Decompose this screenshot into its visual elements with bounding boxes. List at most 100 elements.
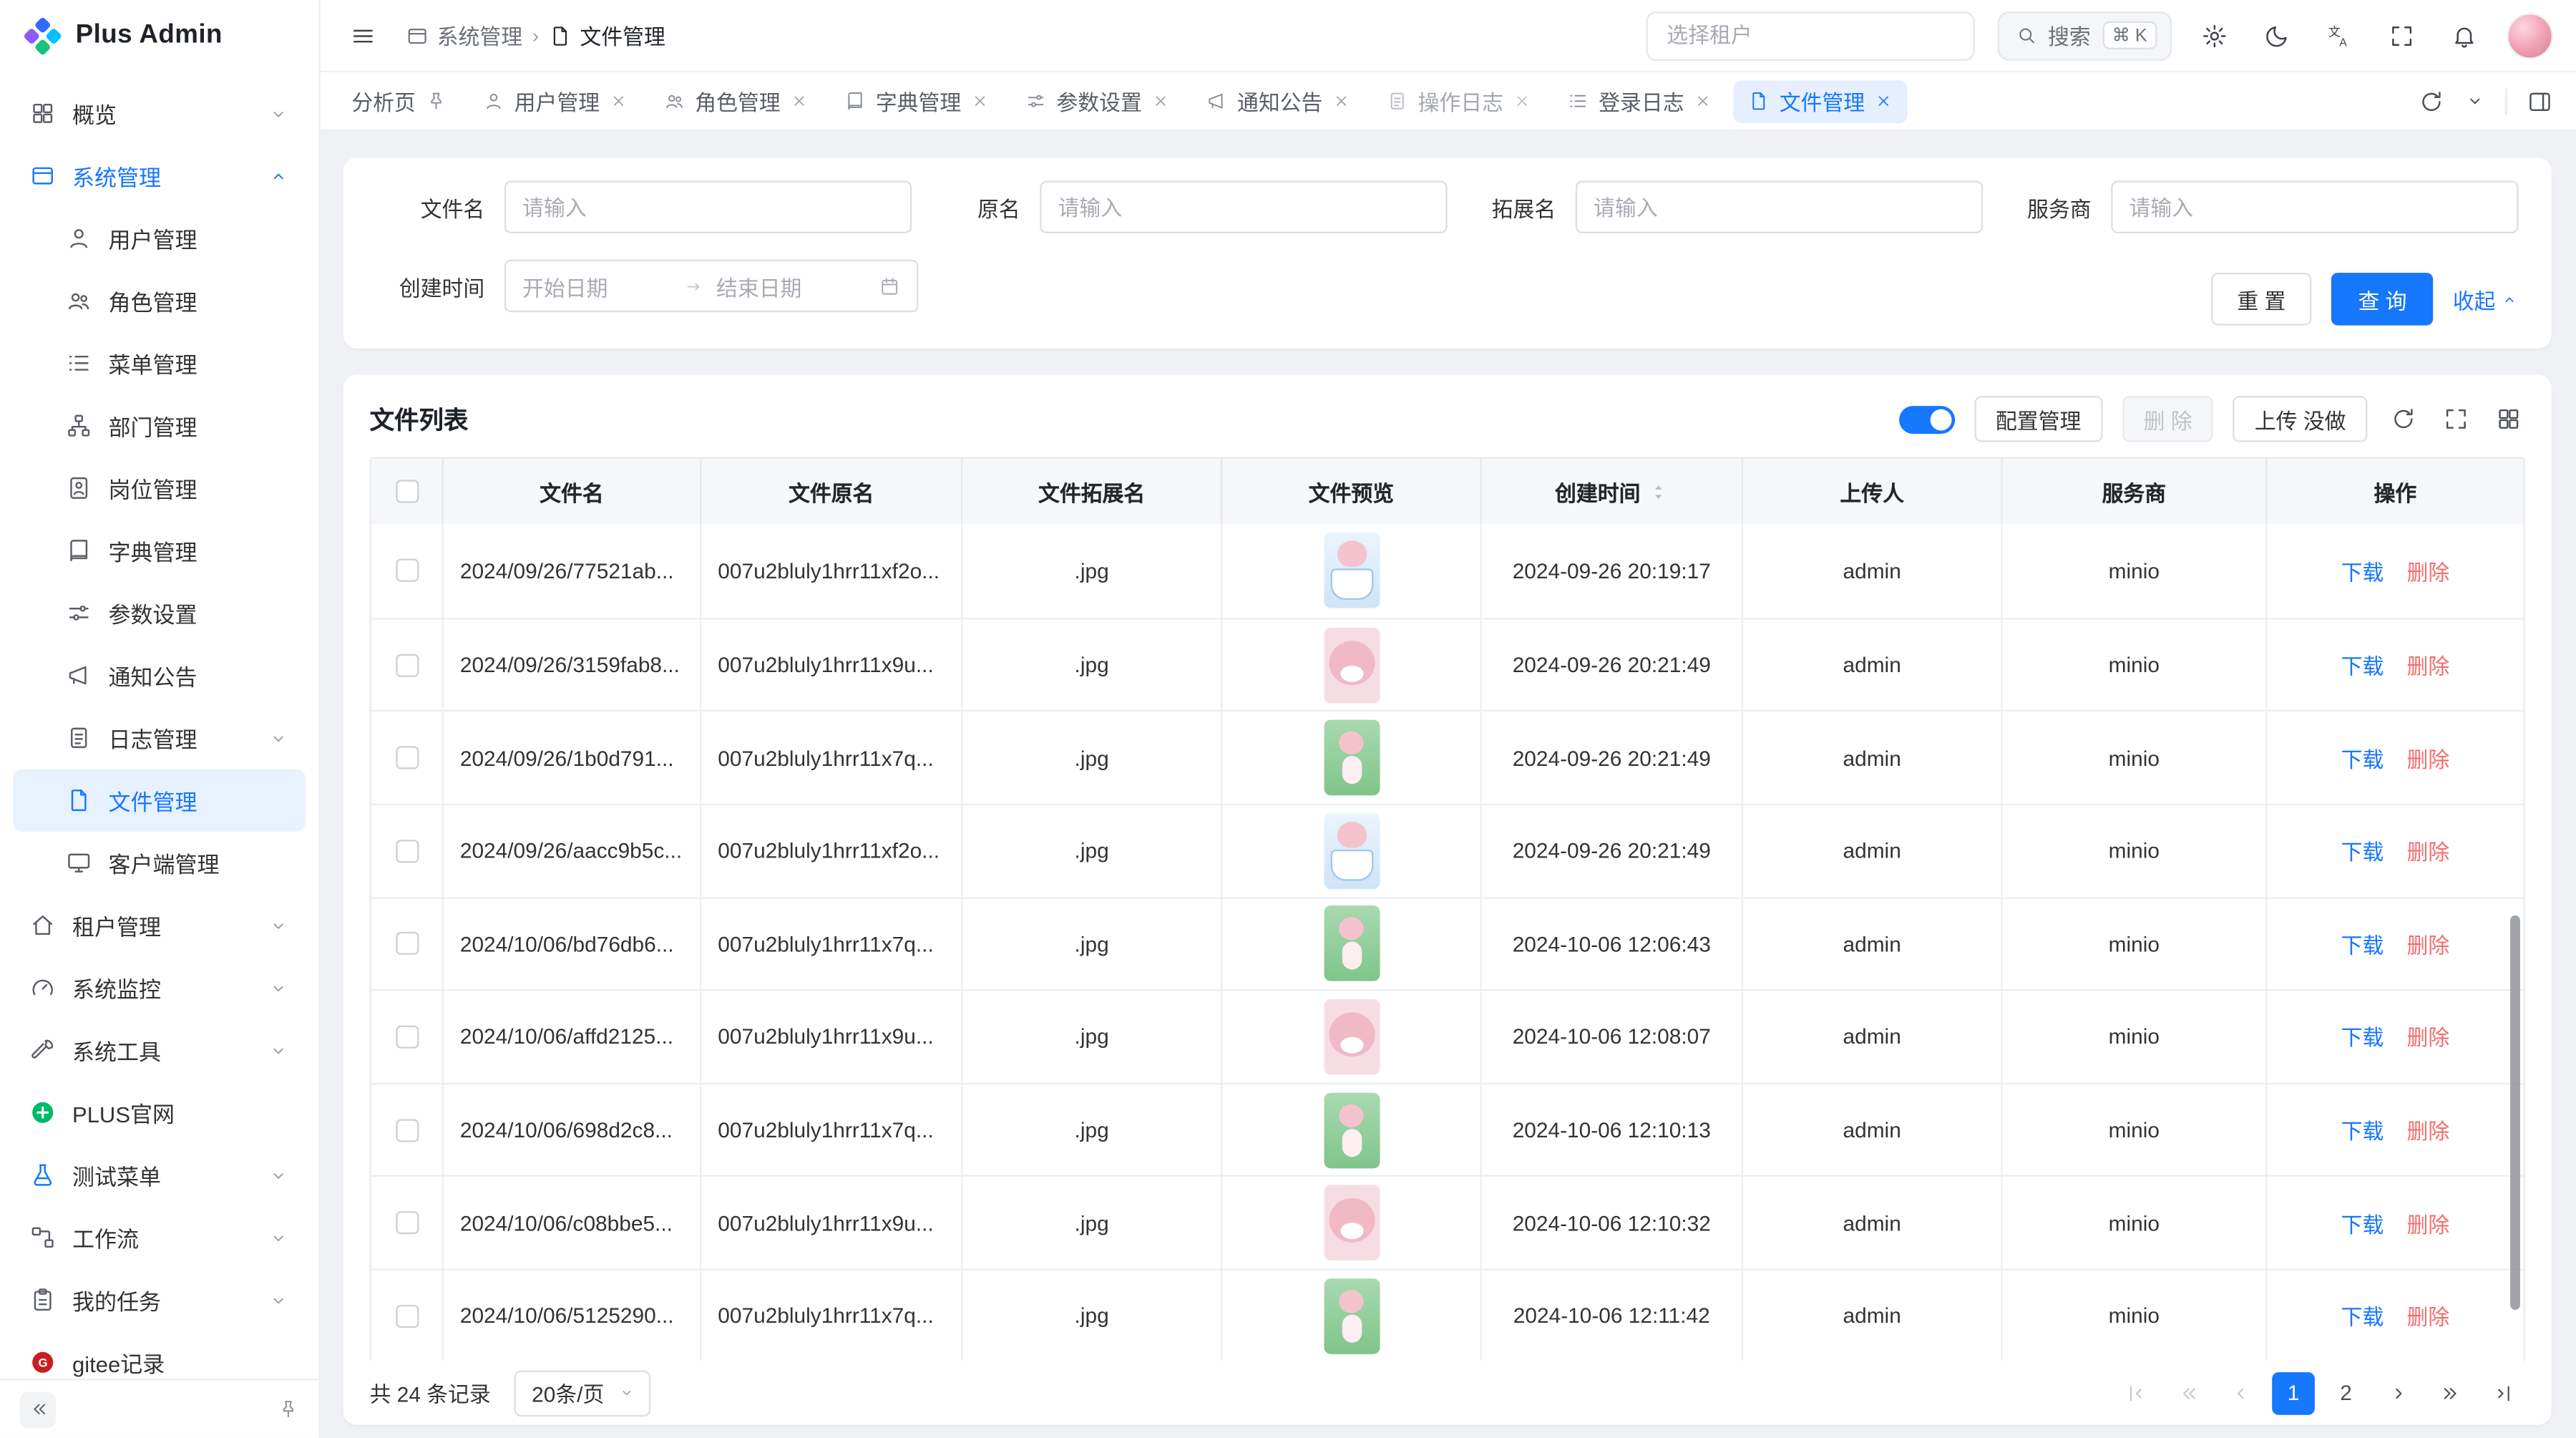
sidebar-item-post-management[interactable]: 岗位管理 [13, 457, 306, 519]
refresh-icon[interactable] [2419, 88, 2445, 115]
dark-mode-button[interactable] [2258, 16, 2297, 55]
refresh-table-button[interactable] [2387, 403, 2420, 436]
close-icon[interactable] [1152, 92, 1170, 110]
file-name-input[interactable] [504, 181, 912, 233]
sidebar-item-menu-management[interactable]: 菜单管理 [13, 332, 306, 394]
table-row[interactable]: 2024/09/26/aacc9b5c... 007u2bluly1hrr11x… [371, 804, 2524, 897]
table-row[interactable]: 2024/10/06/bd76db6... 007u2bluly1hrr11x7… [371, 896, 2524, 989]
table-row[interactable]: 2024/10/06/5125290... 007u2bluly1hrr11x7… [371, 1268, 2524, 1361]
sidebar-item-my-tasks[interactable]: 我的任务 [13, 1268, 306, 1331]
delete-link[interactable]: 删除 [2406, 928, 2449, 960]
pin-icon[interactable] [426, 90, 447, 112]
delete-button[interactable]: 删 除 [2122, 396, 2214, 442]
collapse-filter-button[interactable]: 收起 [2453, 283, 2519, 315]
tab-dict-management[interactable]: 字典管理 [830, 79, 1004, 122]
delete-link[interactable]: 删除 [2406, 555, 2449, 587]
close-icon[interactable] [971, 92, 989, 110]
first-page-button[interactable] [2114, 1371, 2157, 1414]
sidebar-item-parameter-settings[interactable]: 参数设置 [13, 582, 306, 644]
delete-link[interactable]: 删除 [2406, 649, 2449, 681]
delete-link[interactable]: 删除 [2406, 835, 2449, 867]
global-search-button[interactable]: 搜索 ⌘ K [1997, 11, 2172, 60]
file-preview-thumbnail[interactable] [1323, 906, 1379, 982]
download-link[interactable]: 下载 [2341, 1208, 2384, 1239]
next-page-button[interactable] [2377, 1371, 2420, 1414]
download-link[interactable]: 下载 [2341, 928, 2384, 960]
upload-button[interactable]: 上传 没做 [2233, 396, 2367, 442]
file-preview-thumbnail[interactable] [1323, 1092, 1379, 1168]
tab-login-log[interactable]: 登录日志 [1553, 79, 1727, 122]
app-logo[interactable]: Plus Admin [0, 0, 318, 72]
tab-user-management[interactable]: 用户管理 [468, 79, 642, 122]
table-row[interactable]: 2024/10/06/c08bbe5... 007u2bluly1hrr11x9… [371, 1175, 2524, 1268]
config-management-button[interactable]: 配置管理 [1974, 396, 2102, 442]
download-link[interactable]: 下载 [2341, 1114, 2384, 1146]
column-settings-button[interactable] [2492, 403, 2525, 436]
file-preview-thumbnail[interactable] [1323, 813, 1379, 889]
sidebar-collapse-button[interactable] [20, 1391, 57, 1427]
tab-parameter-settings[interactable]: 参数设置 [1010, 79, 1184, 122]
row-checkbox[interactable] [395, 1118, 418, 1141]
table-scrollbar[interactable] [2510, 915, 2520, 1310]
original-name-input[interactable] [1040, 181, 1447, 233]
sidebar-item-overview[interactable]: 概览 [13, 82, 306, 145]
sidebar-item-client-management[interactable]: 客户端管理 [13, 832, 306, 894]
row-checkbox[interactable] [395, 747, 418, 769]
table-row[interactable]: 2024/10/06/affd2125... 007u2bluly1hrr11x… [371, 989, 2524, 1082]
breadcrumb-item-system[interactable]: 系统管理 [406, 20, 522, 52]
delete-link[interactable]: 删除 [2406, 1021, 2449, 1053]
row-checkbox[interactable] [395, 840, 418, 863]
download-link[interactable]: 下载 [2341, 555, 2384, 587]
page-2-button[interactable]: 2 [2325, 1371, 2368, 1414]
extension-input[interactable] [1576, 181, 1983, 233]
user-avatar[interactable] [2507, 12, 2553, 58]
sidebar-item-dict-management[interactable]: 字典管理 [13, 520, 306, 582]
table-row[interactable]: 2024/10/06/698d2c8... 007u2bluly1hrr11x7… [371, 1082, 2524, 1175]
sidebar-item-department-management[interactable]: 部门管理 [13, 394, 306, 457]
notifications-button[interactable] [2444, 16, 2484, 55]
provider-input[interactable] [2111, 181, 2518, 233]
sidebar-item-announcements[interactable]: 通知公告 [13, 644, 306, 706]
table-fullscreen-button[interactable] [2439, 403, 2472, 436]
download-link[interactable]: 下载 [2341, 649, 2384, 681]
breadcrumb-item-file-management[interactable]: 文件管理 [549, 20, 665, 52]
delete-link[interactable]: 删除 [2406, 1208, 2449, 1239]
row-checkbox[interactable] [395, 560, 418, 583]
sidebar-item-system-tools[interactable]: 系统工具 [13, 1019, 306, 1081]
prev-page-button[interactable] [2220, 1371, 2263, 1414]
table-row[interactable]: 2024/09/26/1b0d791... 007u2bluly1hrr11x7… [371, 711, 2524, 804]
hamburger-menu-button[interactable] [343, 16, 383, 55]
file-preview-thumbnail[interactable] [1323, 627, 1379, 703]
settings-button[interactable] [2195, 16, 2234, 55]
sidebar-item-user-management[interactable]: 用户管理 [13, 207, 306, 269]
file-preview-thumbnail[interactable] [1323, 1278, 1379, 1354]
page-size-select[interactable]: 20条/页 [514, 1370, 650, 1416]
download-link[interactable]: 下载 [2341, 1021, 2384, 1053]
file-preview-thumbnail[interactable] [1323, 1185, 1379, 1261]
close-icon[interactable] [1875, 92, 1893, 110]
sidebar-item-tenant-management[interactable]: 租户管理 [13, 894, 306, 956]
tab-analysis[interactable]: 分析页 [337, 79, 462, 122]
last-page-button[interactable] [2482, 1371, 2525, 1414]
download-link[interactable]: 下载 [2341, 835, 2384, 867]
sidebar-item-test-menu[interactable]: 测试菜单 [13, 1144, 306, 1206]
row-checkbox[interactable] [395, 1025, 418, 1048]
sidebar-item-role-management[interactable]: 角色管理 [13, 270, 306, 332]
pin-sidebar-icon[interactable] [278, 1399, 299, 1420]
close-icon[interactable] [1332, 92, 1350, 110]
tab-role-management[interactable]: 角色管理 [649, 79, 823, 122]
file-preview-thumbnail[interactable] [1323, 999, 1379, 1075]
delete-link[interactable]: 删除 [2406, 1300, 2449, 1331]
download-link[interactable]: 下载 [2341, 742, 2384, 774]
jump-forward-button[interactable] [2430, 1371, 2473, 1414]
page-1-button[interactable]: 1 [2272, 1371, 2315, 1414]
jump-back-button[interactable] [2167, 1371, 2210, 1414]
date-range-picker[interactable]: 开始日期 结束日期 [504, 260, 919, 312]
download-link[interactable]: 下载 [2341, 1300, 2384, 1331]
sort-icon[interactable] [1647, 481, 1669, 502]
fullscreen-button[interactable] [2382, 16, 2421, 55]
reset-button[interactable]: 重 置 [2211, 273, 2312, 325]
sidebar-item-workflow[interactable]: 工作流 [13, 1206, 306, 1268]
table-row[interactable]: 2024/09/26/3159fab8... 007u2bluly1hrr11x… [371, 618, 2524, 711]
chevron-down-icon[interactable] [2464, 90, 2486, 112]
